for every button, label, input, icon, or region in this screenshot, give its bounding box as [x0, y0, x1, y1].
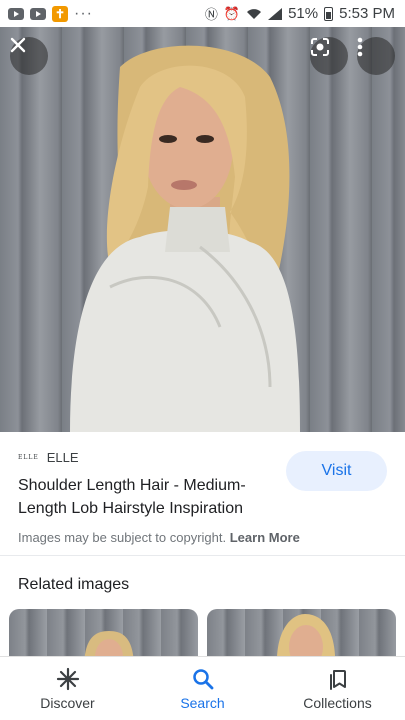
nav-discover-label: Discover	[40, 694, 95, 711]
source-name: ELLE	[46, 450, 79, 465]
bottom-navigation: Discover Search Collections	[0, 656, 405, 720]
learn-more-link[interactable]: Learn More	[230, 530, 300, 545]
asterisk-icon	[56, 667, 79, 690]
main-image[interactable]	[0, 27, 405, 432]
status-left: ✝ ···	[8, 5, 93, 23]
wifi-icon	[247, 8, 262, 19]
youtube-icon	[8, 7, 24, 20]
nav-collections[interactable]: Collections	[278, 667, 398, 711]
cross-app-icon: ✝	[52, 5, 68, 22]
battery-percent: 51%	[288, 5, 319, 22]
source[interactable]: ELLE ELLE	[18, 450, 79, 465]
nav-search-label: Search	[180, 694, 225, 711]
more-notifications-icon: ···	[74, 4, 93, 22]
nav-search[interactable]: Search	[143, 667, 263, 711]
copyright-notice: Images may be subject to copyright. Lear…	[18, 530, 300, 545]
close-icon	[10, 37, 26, 53]
lens-icon	[311, 38, 329, 56]
result-info: ELLE ELLE Shoulder Length Hair - Medium-…	[0, 432, 405, 556]
alarm-icon: ⏰	[223, 5, 241, 21]
nav-collections-label: Collections	[303, 694, 372, 711]
result-title[interactable]: Shoulder Length Hair - Medium-Length Lob…	[18, 474, 278, 520]
visit-button[interactable]: Visit	[286, 451, 387, 491]
search-icon	[192, 668, 213, 689]
related-images-heading: Related images	[18, 576, 130, 593]
divider	[0, 555, 405, 556]
youtube-icon	[30, 7, 46, 20]
status-right: Ⓝ ⏰ 51% 5:53 PM	[205, 4, 395, 23]
lens-button[interactable]	[310, 37, 348, 75]
close-button[interactable]	[10, 37, 48, 75]
nfc-icon: Ⓝ	[204, 7, 218, 22]
clock: 5:53 PM	[339, 5, 395, 22]
source-logo: ELLE	[18, 454, 39, 461]
status-bar: ✝ ··· Ⓝ ⏰ 51% 5:53 PM	[0, 0, 405, 27]
portrait-illustration	[70, 45, 300, 432]
more-vert-icon	[357, 37, 363, 57]
signal-icon	[268, 7, 283, 20]
battery-icon	[324, 6, 334, 21]
more-options-button[interactable]	[357, 37, 395, 75]
nav-discover[interactable]: Discover	[8, 667, 128, 711]
copyright-text: Images may be subject to copyright.	[18, 530, 227, 545]
collections-icon	[329, 669, 346, 690]
